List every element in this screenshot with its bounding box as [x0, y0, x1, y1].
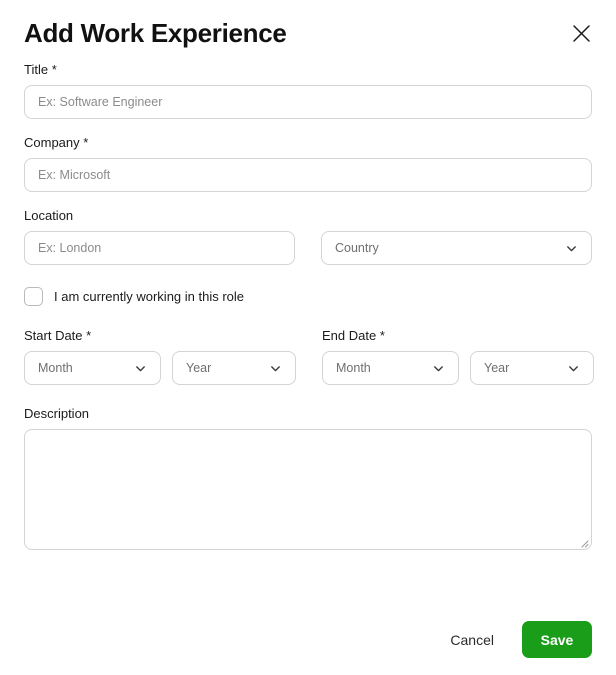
- close-icon: [572, 24, 591, 43]
- country-select-value: Country: [335, 241, 379, 255]
- city-input[interactable]: [24, 231, 295, 265]
- title-input[interactable]: [24, 85, 592, 119]
- cancel-button[interactable]: Cancel: [444, 624, 500, 656]
- chevron-down-icon: [432, 362, 445, 375]
- start-date-group: Start Date * Month Year: [24, 328, 296, 385]
- close-button[interactable]: [568, 20, 594, 46]
- dialog-footer: Cancel Save: [24, 621, 592, 658]
- location-field-group: Location Country: [24, 208, 592, 265]
- end-month-value: Month: [336, 361, 371, 375]
- chevron-down-icon: [134, 362, 147, 375]
- end-year-value: Year: [484, 361, 510, 375]
- country-select[interactable]: Country: [321, 231, 592, 265]
- chevron-down-icon: [269, 362, 282, 375]
- currently-working-label[interactable]: I am currently working in this role: [54, 289, 244, 304]
- page-title: Add Work Experience: [24, 18, 287, 48]
- dates-row: Start Date * Month Year End Date * Month…: [24, 328, 594, 385]
- company-field-group: Company *: [24, 135, 592, 192]
- location-label: Location: [24, 208, 74, 223]
- currently-working-row: I am currently working in this role: [24, 285, 592, 307]
- start-year-value: Year: [186, 361, 212, 375]
- dialog-header: Add Work Experience: [24, 0, 594, 48]
- start-date-selects: Month Year: [24, 351, 296, 385]
- save-button[interactable]: Save: [522, 621, 592, 658]
- company-input[interactable]: [24, 158, 592, 192]
- start-month-value: Month: [38, 361, 73, 375]
- description-field-group: Description: [24, 406, 592, 550]
- start-date-label: Start Date *: [24, 328, 92, 343]
- end-year-select[interactable]: Year: [470, 351, 594, 385]
- description-textarea[interactable]: [24, 429, 592, 550]
- end-month-select[interactable]: Month: [322, 351, 459, 385]
- start-month-select[interactable]: Month: [24, 351, 161, 385]
- add-work-experience-dialog: Add Work Experience Title * Company * Lo…: [0, 0, 616, 675]
- description-wrapper: [24, 429, 592, 550]
- end-date-selects: Month Year: [322, 351, 594, 385]
- end-date-group: End Date * Month Year: [322, 328, 594, 385]
- title-label: Title *: [24, 62, 57, 77]
- chevron-down-icon: [565, 242, 578, 255]
- location-row: Country: [24, 231, 592, 265]
- description-label: Description: [24, 406, 90, 421]
- currently-working-checkbox[interactable]: [24, 286, 43, 306]
- end-date-label: End Date *: [322, 328, 385, 343]
- chevron-down-icon: [567, 362, 580, 375]
- title-field-group: Title *: [24, 62, 592, 119]
- company-label: Company *: [24, 135, 89, 150]
- start-year-select[interactable]: Year: [172, 351, 296, 385]
